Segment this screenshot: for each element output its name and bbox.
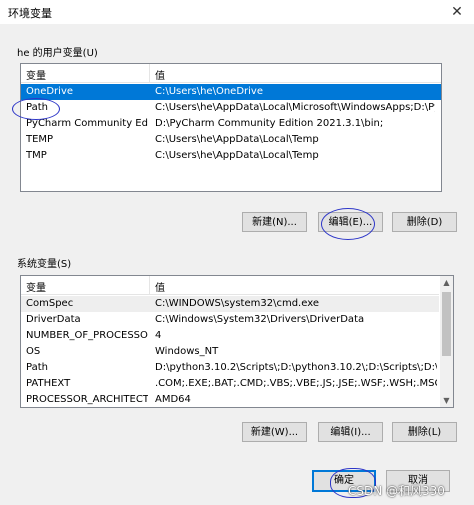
- watermark: CSDN @和风330: [348, 484, 445, 498]
- system-edit-button[interactable]: 编辑(I)...: [318, 422, 383, 442]
- system-new-button[interactable]: 新建(W)...: [242, 422, 307, 442]
- list-item[interactable]: OneDrive C:\Users\he\OneDrive: [21, 84, 441, 100]
- list-item[interactable]: ComSpec C:\WINDOWS\system32\cmd.exe: [21, 296, 439, 312]
- variable-value: Windows_NT: [155, 346, 219, 357]
- variable-name: PROCESSOR_ARCHITECT...: [26, 394, 148, 405]
- variable-value: C:\Users\he\OneDrive: [155, 86, 263, 97]
- list-item[interactable]: NUMBER_OF_PROCESSORS 4: [21, 328, 439, 344]
- variable-name: NUMBER_OF_PROCESSORS: [26, 330, 148, 341]
- system-variables-list[interactable]: 变量 值 ComSpec C:\WINDOWS\system32\cmd.exe…: [20, 275, 454, 408]
- column-header-variable[interactable]: 变量: [26, 67, 46, 82]
- variable-name: PATHEXT: [26, 378, 71, 389]
- variable-value: C:\Windows\System32\Drivers\DriverData: [155, 314, 365, 325]
- system-variables-label: 系统变量(S): [17, 259, 72, 270]
- variable-value: 4: [155, 330, 162, 341]
- list-item[interactable]: DriverData C:\Windows\System32\Drivers\D…: [21, 312, 439, 328]
- list-header: 变量 值: [21, 64, 441, 83]
- variable-name: TEMP: [26, 134, 54, 145]
- list-item[interactable]: Path C:\Users\he\AppData\Local\Microsoft…: [21, 100, 441, 116]
- user-new-button[interactable]: 新建(N)...: [242, 212, 307, 232]
- list-header: 变量 值: [21, 276, 439, 295]
- close-icon[interactable]: ✕: [444, 1, 470, 23]
- variable-name: Path: [26, 362, 48, 373]
- list-item[interactable]: PyCharm Community Editi... D:\PyCharm Co…: [21, 116, 441, 132]
- variable-name: TMP: [26, 150, 47, 161]
- column-header-variable[interactable]: 变量: [26, 279, 46, 294]
- variable-value: C:\Users\he\AppData\Local\Temp: [155, 134, 319, 145]
- user-variables-list[interactable]: 变量 值 OneDrive C:\Users\he\OneDrive Path …: [20, 63, 442, 192]
- variable-value: AMD64: [155, 394, 191, 405]
- system-delete-button[interactable]: 删除(L): [392, 422, 457, 442]
- variable-name: Path: [26, 102, 48, 113]
- variable-value: D:\PyCharm Community Edition 2021.3.1\bi…: [155, 118, 384, 129]
- column-header-value[interactable]: 值: [155, 279, 165, 294]
- list-item[interactable]: OS Windows_NT: [21, 344, 439, 360]
- user-edit-button[interactable]: 编辑(E)...: [318, 212, 383, 232]
- variable-value: C:\Users\he\AppData\Local\Microsoft\Wind…: [155, 102, 435, 113]
- column-header-value[interactable]: 值: [155, 67, 165, 82]
- list-item[interactable]: TEMP C:\Users\he\AppData\Local\Temp: [21, 132, 441, 148]
- variable-name: PyCharm Community Editi...: [26, 118, 148, 129]
- list-item[interactable]: Path D:\python3.10.2\Scripts\;D:\python3…: [21, 360, 439, 376]
- column-separator[interactable]: [149, 64, 150, 82]
- variable-name: OS: [26, 346, 41, 357]
- variable-value: D:\python3.10.2\Scripts\;D:\python3.10.2…: [155, 362, 437, 373]
- list-item[interactable]: PATHEXT .COM;.EXE;.BAT;.CMD;.VBS;.VBE;.J…: [21, 376, 439, 392]
- variable-name: DriverData: [26, 314, 81, 325]
- scroll-up-icon[interactable]: ▲: [440, 276, 453, 289]
- variable-value: .COM;.EXE;.BAT;.CMD;.VBS;.VBE;.JS;.JSE;.…: [155, 378, 437, 389]
- vertical-scrollbar[interactable]: ▲ ▼: [440, 276, 453, 407]
- variable-value: C:\WINDOWS\system32\cmd.exe: [155, 298, 319, 309]
- column-separator[interactable]: [149, 276, 150, 294]
- scroll-down-icon[interactable]: ▼: [440, 394, 453, 407]
- variable-value: C:\Users\he\AppData\Local\Temp: [155, 150, 319, 161]
- scrollbar-thumb[interactable]: [442, 292, 451, 356]
- title-bar: 环境变量 ✕: [0, 0, 474, 24]
- list-item[interactable]: TMP C:\Users\he\AppData\Local\Temp: [21, 148, 441, 164]
- window-title: 环境变量: [8, 7, 52, 20]
- variable-name: OneDrive: [26, 86, 74, 97]
- user-delete-button[interactable]: 删除(D): [392, 212, 457, 232]
- variable-name: ComSpec: [26, 298, 74, 309]
- list-item[interactable]: PROCESSOR_ARCHITECT... AMD64: [21, 392, 439, 407]
- user-variables-label: he 的用户变量(U): [17, 48, 98, 59]
